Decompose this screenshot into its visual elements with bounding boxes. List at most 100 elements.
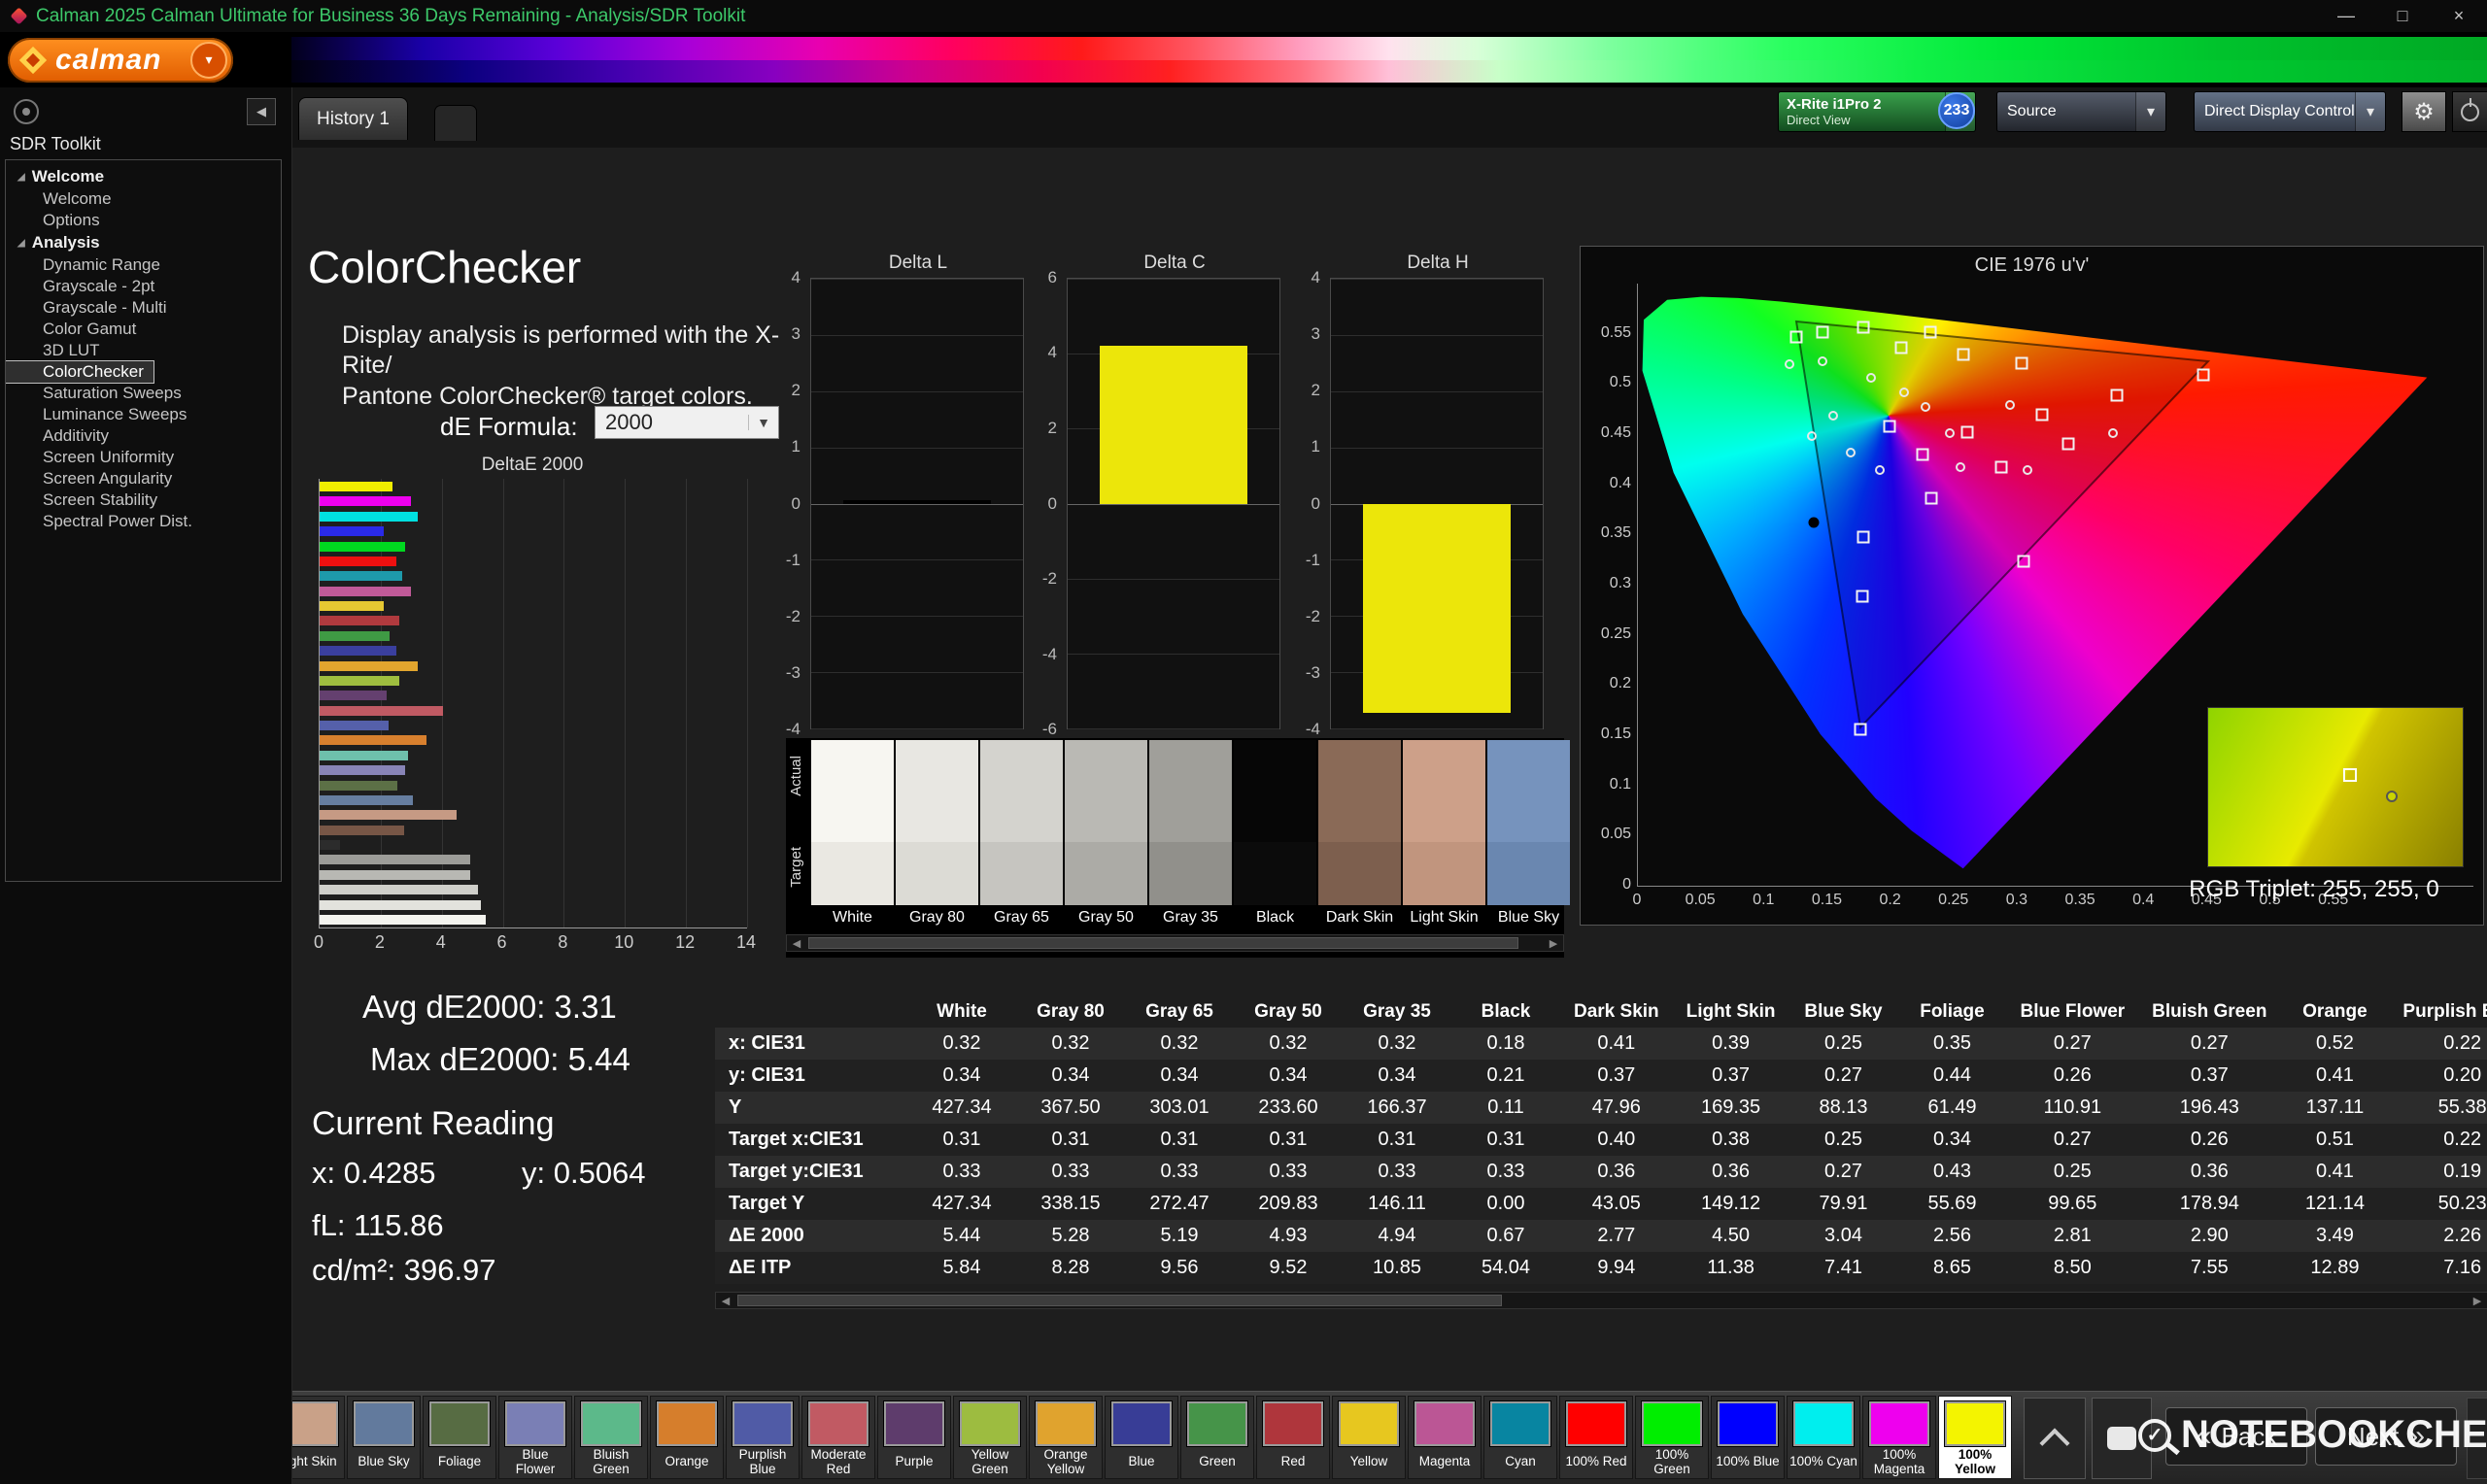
deltae-bar-blue	[320, 646, 396, 657]
scrollbar-track[interactable]	[735, 1293, 2468, 1308]
swatch-row	[811, 740, 1570, 905]
sidebar-item-3d-lut[interactable]: 3D LUT	[6, 340, 281, 361]
sidebar-item-additivity[interactable]: Additivity	[6, 425, 281, 447]
cell-value: 0.34	[1378, 1064, 1416, 1086]
gridline	[811, 559, 1023, 561]
sidebar-item-screen-uniformity[interactable]: Screen Uniformity	[6, 447, 281, 468]
patch-button-purple[interactable]: Purple	[877, 1396, 951, 1479]
chevron-down-icon: ▾	[2135, 92, 2165, 131]
chevrons-left-icon: «	[2195, 1420, 2212, 1452]
cell-value: 0.31	[942, 1129, 981, 1150]
display-control-dropdown[interactable]: Direct Display Control ▾	[2194, 91, 2386, 132]
patch-button-magenta[interactable]: Magenta	[1408, 1396, 1482, 1479]
close-button[interactable]: ×	[2431, 0, 2487, 32]
cie-target-marker	[2015, 356, 2028, 370]
gridline	[1331, 447, 1543, 449]
de-formula-dropdown[interactable]: 2000 ▼	[595, 406, 779, 439]
patch-button-100-red[interactable]: 100% Red	[1559, 1396, 1633, 1479]
bottombar-stub-button[interactable]	[2467, 1398, 2487, 1479]
scroll-left-icon[interactable]: ◀	[787, 935, 806, 951]
maximize-button[interactable]: □	[2374, 0, 2431, 32]
source-dropdown[interactable]: Source ▾	[1996, 91, 2166, 132]
sidebar-item-screen-stability[interactable]: Screen Stability	[6, 489, 281, 511]
cell-value: 110.91	[2043, 1096, 2102, 1118]
tree-group-analysis[interactable]: ◢ Analysis	[6, 231, 281, 254]
next-button[interactable]: Next »	[2315, 1407, 2457, 1466]
patch-button-label: Light Skin	[292, 1454, 337, 1469]
colorchecker-patch-dark-skin	[1318, 740, 1401, 905]
swatch-labels: White Gray 80 Gray 65 Gray 50 Gray 35 Black Da…	[811, 909, 1570, 927]
power-button[interactable]	[2452, 91, 2487, 132]
cell-value: 0.19	[2443, 1161, 2482, 1182]
cell-value: 0.51	[2315, 1129, 2354, 1150]
patch-button-green[interactable]: Green	[1180, 1396, 1254, 1479]
patch-button-100-yellow[interactable]: 100% Yellow	[1938, 1396, 2012, 1479]
patch-button-orange[interactable]: Orange	[650, 1396, 724, 1479]
patch-button-foliage[interactable]: Foliage	[423, 1396, 496, 1479]
scrollbar-track[interactable]	[806, 935, 1544, 951]
patch-button-orange-yellow[interactable]: Orange Yellow	[1029, 1396, 1103, 1479]
patch-button-yellow[interactable]: Yellow	[1332, 1396, 1406, 1479]
patch-button-100-green[interactable]: 100% Green	[1635, 1396, 1709, 1479]
sidebar-item-screen-angularity[interactable]: Screen Angularity	[6, 468, 281, 489]
patch-button-100-magenta[interactable]: 100% Magenta	[1862, 1396, 1936, 1479]
logo-menu-button[interactable]: ▾	[190, 41, 227, 79]
tree-group-welcome[interactable]: ◢ Welcome	[6, 165, 281, 188]
scroll-left-icon[interactable]: ◀	[716, 1293, 735, 1308]
colorchecker-patch-gray-80	[896, 740, 978, 905]
sidebar-item-saturation-sweeps[interactable]: Saturation Sweeps	[6, 383, 281, 404]
scroll-right-icon[interactable]: ▶	[2468, 1293, 2487, 1308]
sidebar-item-grayscale-2pt[interactable]: Grayscale - 2pt	[6, 276, 281, 297]
row-label: ΔE 2000	[729, 1225, 804, 1246]
target-icon[interactable]	[14, 99, 39, 124]
sidebar-item-luminance-sweeps[interactable]: Luminance Sweeps	[6, 404, 281, 425]
axis-tick-label: -2	[785, 606, 801, 625]
table-scrollbar[interactable]: ◀ ▶	[715, 1292, 2487, 1309]
cell-value: 0.27	[1824, 1064, 1862, 1086]
back-button[interactable]: « Back	[2165, 1407, 2307, 1466]
calman-logo[interactable]: calman ▾	[8, 37, 233, 83]
scroll-right-icon[interactable]: ▶	[1544, 935, 1563, 951]
patch-button-light-skin[interactable]: Light Skin	[292, 1396, 345, 1479]
patch-button-bluish-green[interactable]: Bluish Green	[574, 1396, 648, 1479]
sidebar-item-colorchecker[interactable]: ColorChecker	[6, 360, 154, 384]
cell-value: 61.49	[1927, 1096, 1977, 1118]
scrollbar-thumb[interactable]	[808, 937, 1518, 949]
sidebar-item-grayscale-multi[interactable]: Grayscale - Multi	[6, 297, 281, 319]
patch-actual-color	[1234, 740, 1316, 842]
scrollbar-thumb[interactable]	[737, 1295, 1502, 1306]
settings-button[interactable]: ⚙	[2402, 91, 2446, 132]
sidebar-item-color-gamut[interactable]: Color Gamut	[6, 319, 281, 340]
patch-button-blue-sky[interactable]: Blue Sky	[347, 1396, 421, 1479]
axis-tick-label: 0.5	[1609, 374, 1631, 391]
sidebar-item-options[interactable]: Options	[6, 210, 281, 231]
sidebar-item-dynamic-range[interactable]: Dynamic Range	[6, 254, 281, 276]
de-formula-label: dE Formula:	[440, 412, 578, 441]
gridline	[811, 728, 1023, 729]
patch-button-blue-flower[interactable]: Blue Flower	[498, 1396, 572, 1479]
patch-button-red[interactable]: Red	[1256, 1396, 1330, 1479]
patch-button-100-blue[interactable]: 100% Blue	[1711, 1396, 1785, 1479]
minimize-button[interactable]: —	[2318, 0, 2374, 32]
tab-stub[interactable]	[434, 105, 477, 141]
patch-button-blue[interactable]: Blue	[1105, 1396, 1178, 1479]
sidebar-item-spectral-power-dist[interactable]: Spectral Power Dist.	[6, 511, 281, 532]
patch-button-100-cyan[interactable]: 100% Cyan	[1787, 1396, 1860, 1479]
delta-bar	[1099, 345, 1248, 504]
patch-button-moderate-red[interactable]: Moderate Red	[801, 1396, 875, 1479]
table-row: ΔE 2000 5.44 5.28 5.19 4.93 4.94 0.67 2.77 4.50 3…	[715, 1220, 2487, 1252]
collapse-panel-button[interactable]	[2024, 1398, 2086, 1479]
cell-value: 7.55	[2190, 1257, 2229, 1278]
cell-value: 0.33	[1051, 1161, 1090, 1182]
patch-button-purplish-blue[interactable]: Purplish Blue	[726, 1396, 800, 1479]
tab-history-1[interactable]: History 1	[298, 97, 408, 140]
swatch-scrollbar[interactable]: ◀ ▶	[786, 934, 1564, 952]
patch-swatch	[732, 1401, 793, 1446]
results-table: White Gray 80 Gray 65 Gray 50 Gray 35 Black Da…	[715, 995, 2487, 1287]
sidebar-item-welcome[interactable]: Welcome	[6, 188, 281, 210]
layout-toggle-button[interactable]	[2092, 1398, 2152, 1479]
gridline	[1331, 334, 1543, 336]
sidebar-collapse-button[interactable]: ◀	[247, 98, 276, 125]
patch-button-cyan[interactable]: Cyan	[1483, 1396, 1557, 1479]
patch-button-yellow-green[interactable]: Yellow Green	[953, 1396, 1027, 1479]
